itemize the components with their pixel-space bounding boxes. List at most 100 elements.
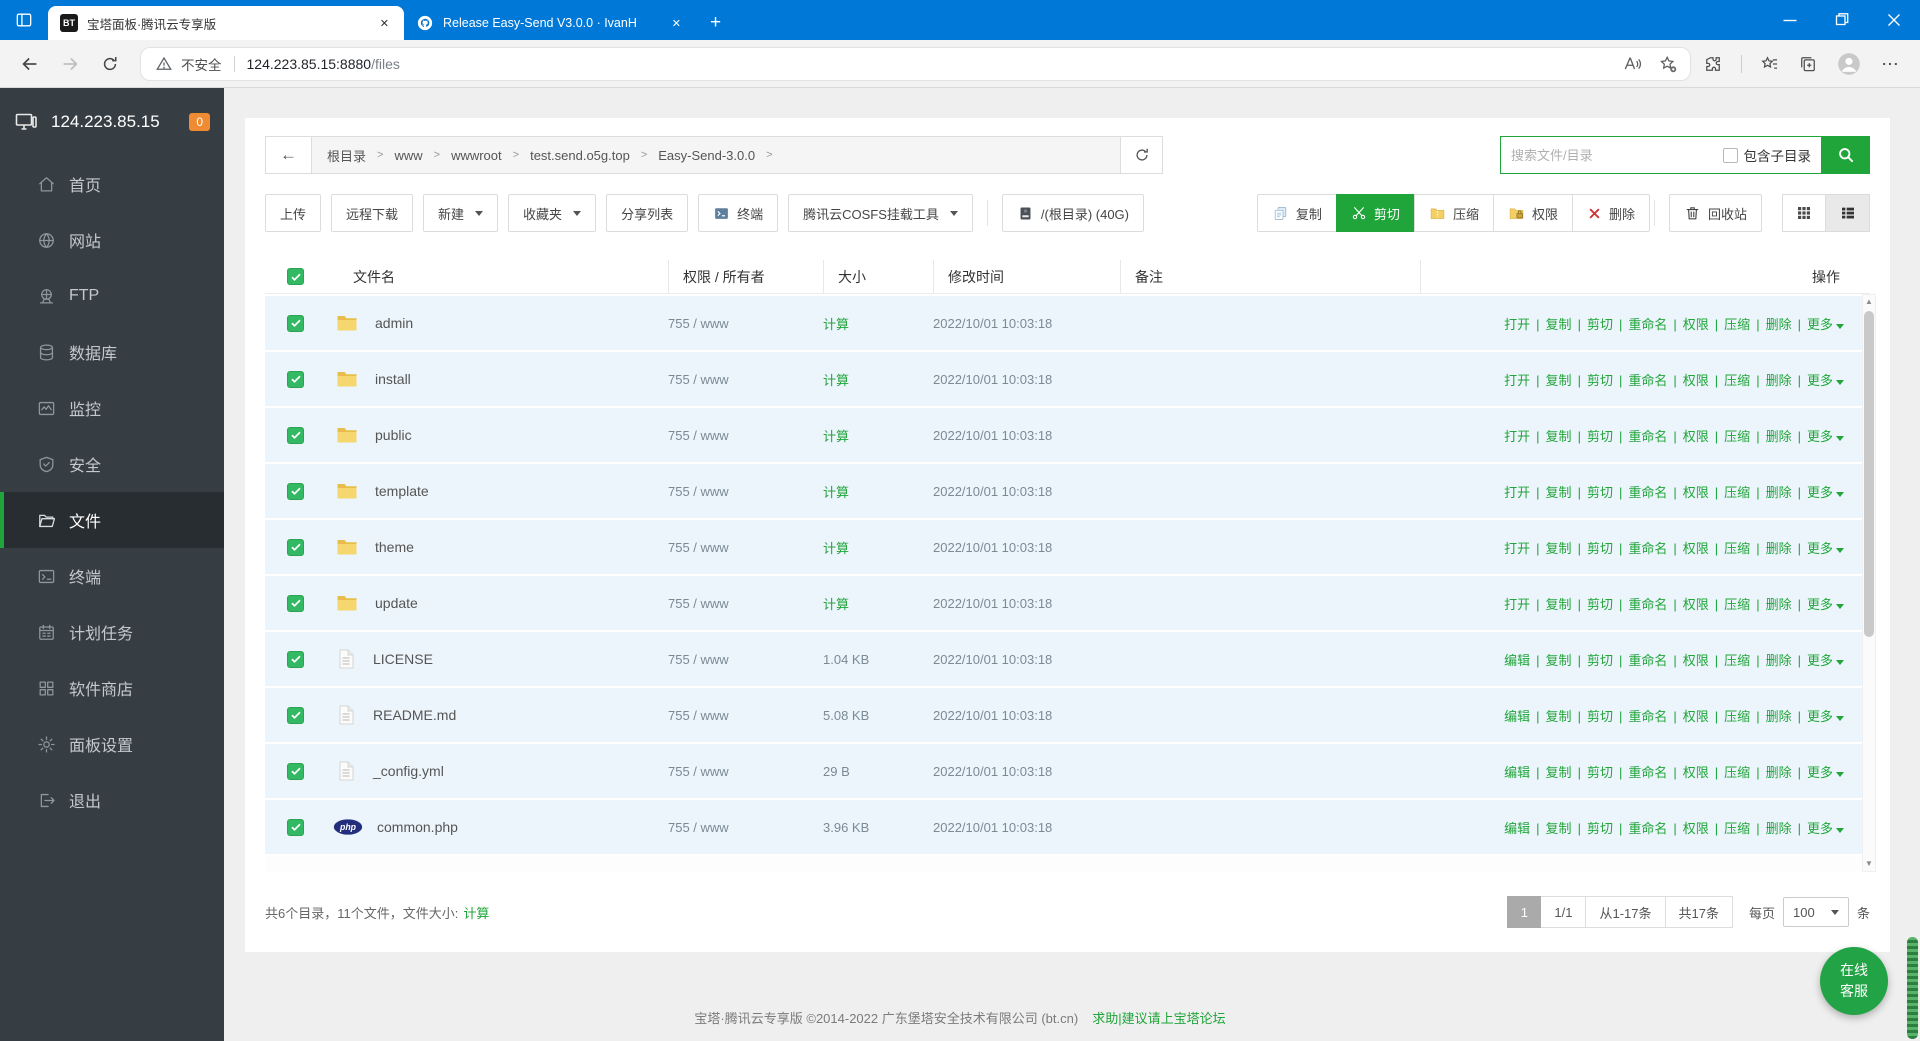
breadcrumb-item[interactable]: test.send.o5g.top: [530, 148, 630, 163]
row-action-link[interactable]: 更多: [1807, 373, 1844, 388]
table-row[interactable]: update 755 / www 计算 2022/10/01 10:03:18 打开 | 复…: [265, 576, 1870, 630]
security-label[interactable]: 不安全: [181, 54, 222, 74]
row-action-link[interactable]: 编辑: [1504, 653, 1530, 668]
window-restore-icon[interactable]: [1816, 0, 1868, 40]
row-action-link[interactable]: 剪切: [1587, 485, 1613, 500]
calculate-size-link[interactable]: 计算: [823, 597, 849, 612]
refresh-directory-icon[interactable]: [1120, 137, 1162, 173]
row-action-link[interactable]: 删除: [1766, 765, 1792, 780]
row-action-link[interactable]: 剪切: [1587, 765, 1613, 780]
row-checkbox[interactable]: [287, 818, 304, 836]
permission-button[interactable]: 权限: [1492, 194, 1572, 232]
row-action-link[interactable]: 复制: [1546, 485, 1572, 500]
forward-icon[interactable]: [54, 48, 86, 80]
table-row[interactable]: install 755 / www 计算 2022/10/01 10:03:18 打开 |…: [265, 352, 1870, 406]
read-aloud-icon[interactable]: [1622, 54, 1642, 74]
row-action-link[interactable]: 打开: [1504, 373, 1530, 388]
row-action-link[interactable]: 压缩: [1724, 429, 1750, 444]
sidebar-item-files[interactable]: 文件: [0, 492, 224, 548]
browser-tab[interactable]: BT 宝塔面板·腾讯云专享版 ✕: [48, 6, 404, 40]
extensions-icon[interactable]: [1703, 54, 1723, 74]
row-action-link[interactable]: 删除: [1766, 429, 1792, 444]
include-subdir-checkbox[interactable]: [1722, 147, 1738, 163]
row-action-link[interactable]: 复制: [1546, 653, 1572, 668]
back-directory-icon[interactable]: ←: [266, 137, 312, 173]
list-view-icon[interactable]: [1826, 194, 1870, 232]
row-action-link[interactable]: 打开: [1504, 429, 1530, 444]
row-checkbox[interactable]: [287, 426, 304, 444]
row-action-link[interactable]: 重命名: [1628, 709, 1667, 724]
row-action-link[interactable]: 压缩: [1724, 709, 1750, 724]
sidebar-item-home[interactable]: 首页: [0, 156, 224, 212]
online-service-button[interactable]: 在线 客服: [1820, 947, 1888, 1015]
sidebar-item-site[interactable]: 网站: [0, 212, 224, 268]
row-action-link[interactable]: 重命名: [1628, 429, 1667, 444]
cut-button[interactable]: 剪切: [1335, 194, 1414, 232]
favorite-add-icon[interactable]: [1658, 54, 1678, 74]
new-button[interactable]: 新建: [423, 194, 499, 232]
sidebar-item-security[interactable]: 安全: [0, 436, 224, 492]
file-name[interactable]: public: [375, 427, 412, 443]
row-action-link[interactable]: 更多: [1807, 765, 1844, 780]
row-action-link[interactable]: 压缩: [1724, 597, 1750, 612]
row-action-link[interactable]: 打开: [1504, 541, 1530, 556]
profile-icon[interactable]: [1836, 51, 1862, 77]
file-name[interactable]: common.php: [377, 819, 458, 835]
sidebar-item-soft[interactable]: 软件商店: [0, 660, 224, 716]
window-close-icon[interactable]: [1868, 0, 1920, 40]
table-row[interactable]: php common.php 755 / www 3.96 KB 2022/10/01 …: [265, 800, 1870, 854]
row-checkbox[interactable]: [287, 762, 304, 780]
table-scrollbar[interactable]: ▲ ▼: [1862, 294, 1876, 872]
row-action-link[interactable]: 删除: [1766, 597, 1792, 612]
row-action-link[interactable]: 剪切: [1587, 597, 1613, 612]
row-action-link[interactable]: 复制: [1546, 821, 1572, 836]
calculate-size-link[interactable]: 计算: [463, 903, 489, 922]
table-row[interactable]: public 755 / www 计算 2022/10/01 10:03:18 打开 | 复…: [265, 408, 1870, 462]
sidebar-item-monitor[interactable]: 监控: [0, 380, 224, 436]
calculate-size-link[interactable]: 计算: [823, 485, 849, 500]
collections-icon[interactable]: [1798, 54, 1818, 74]
terminal-button[interactable]: 终端: [698, 194, 779, 232]
file-name[interactable]: LICENSE: [373, 651, 433, 667]
sidebar-item-ftp[interactable]: FTP: [0, 268, 224, 324]
calculate-size-link[interactable]: 计算: [823, 317, 849, 332]
row-action-link[interactable]: 打开: [1504, 485, 1530, 500]
row-checkbox[interactable]: [287, 706, 304, 724]
row-action-link[interactable]: 权限: [1683, 653, 1709, 668]
row-action-link[interactable]: 复制: [1546, 709, 1572, 724]
row-checkbox[interactable]: [287, 370, 304, 388]
row-action-link[interactable]: 删除: [1766, 317, 1792, 332]
calculate-size-link[interactable]: 计算: [823, 429, 849, 444]
row-action-link[interactable]: 更多: [1807, 653, 1844, 668]
row-action-link[interactable]: 删除: [1766, 709, 1792, 724]
row-action-link[interactable]: 重命名: [1628, 653, 1667, 668]
row-checkbox[interactable]: [287, 314, 304, 332]
page-range[interactable]: 从1-17条: [1586, 896, 1666, 928]
grid-view-icon[interactable]: [1782, 194, 1826, 232]
row-action-link[interactable]: 剪切: [1587, 373, 1613, 388]
row-checkbox[interactable]: [287, 538, 304, 556]
table-row[interactable]: theme 755 / www 计算 2022/10/01 10:03:18 打开 | 复制…: [265, 520, 1870, 574]
row-action-link[interactable]: 压缩: [1724, 485, 1750, 500]
row-action-link[interactable]: 复制: [1546, 317, 1572, 332]
breadcrumb-item[interactable]: www: [394, 148, 422, 163]
row-action-link[interactable]: 剪切: [1587, 653, 1613, 668]
table-row[interactable]: _config.yml 755 / www 29 B 2022/10/01 10:03…: [265, 744, 1870, 798]
row-action-link[interactable]: 复制: [1546, 373, 1572, 388]
calculate-size-link[interactable]: 计算: [823, 541, 849, 556]
row-action-link[interactable]: 权限: [1683, 485, 1709, 500]
row-action-link[interactable]: 复制: [1546, 429, 1572, 444]
row-action-link[interactable]: 打开: [1504, 317, 1530, 332]
page-scrollbar-thumb[interactable]: [1907, 937, 1918, 1039]
row-action-link[interactable]: 更多: [1807, 317, 1844, 332]
row-action-link[interactable]: 重命名: [1628, 541, 1667, 556]
file-name[interactable]: template: [375, 483, 429, 499]
breadcrumb-item[interactable]: Easy-Send-3.0.0: [658, 148, 755, 163]
row-action-link[interactable]: 更多: [1807, 429, 1844, 444]
row-action-link[interactable]: 更多: [1807, 597, 1844, 612]
row-action-link[interactable]: 剪切: [1587, 821, 1613, 836]
current-page[interactable]: 1: [1507, 896, 1542, 928]
scrollbar-thumb[interactable]: [1864, 311, 1874, 637]
sidebar-item-config[interactable]: 面板设置: [0, 716, 224, 772]
row-action-link[interactable]: 重命名: [1628, 373, 1667, 388]
